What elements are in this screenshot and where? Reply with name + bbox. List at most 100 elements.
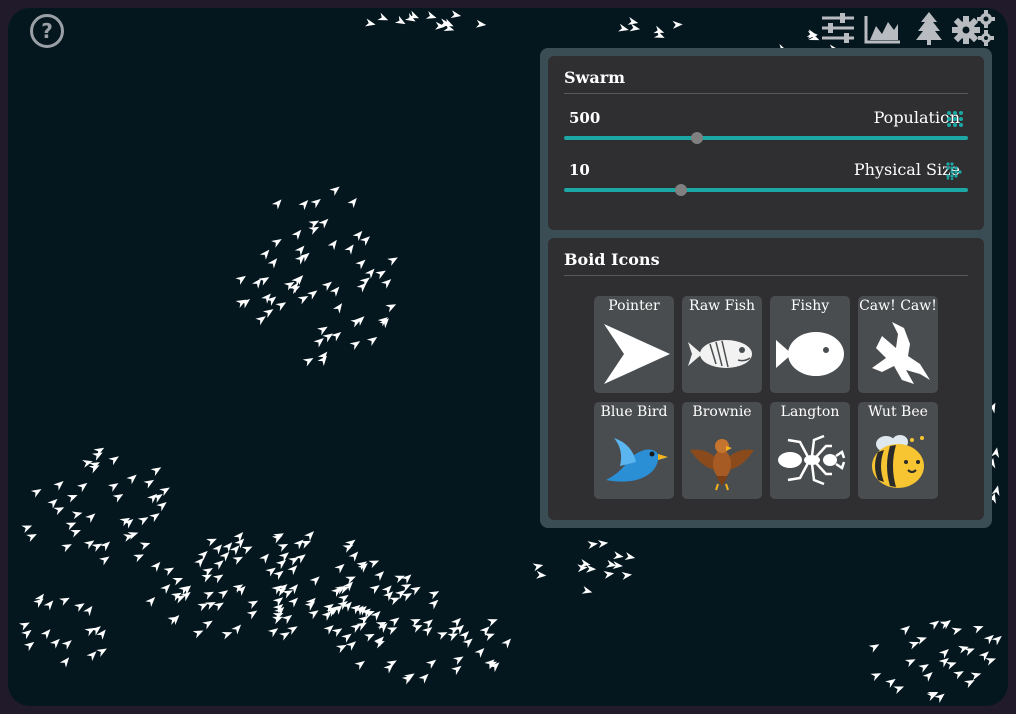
pointer-icon bbox=[604, 324, 670, 384]
boid bbox=[108, 456, 119, 466]
tile-brownie[interactable]: Brownie bbox=[682, 402, 762, 499]
boid bbox=[53, 481, 64, 491]
boid bbox=[156, 501, 167, 512]
boid bbox=[19, 622, 30, 631]
sliders-icon[interactable] bbox=[820, 10, 856, 46]
population-slider-thumb[interactable] bbox=[691, 132, 704, 144]
physical-size-slider[interactable] bbox=[564, 184, 968, 196]
population-slider[interactable] bbox=[564, 132, 968, 144]
boid bbox=[991, 447, 1000, 458]
boid bbox=[297, 295, 309, 305]
boid-icons-title: Boid Icons bbox=[564, 250, 660, 269]
boid bbox=[368, 560, 380, 569]
boid bbox=[474, 647, 485, 658]
boid bbox=[145, 597, 156, 607]
boid bbox=[217, 590, 229, 600]
boid bbox=[377, 12, 389, 21]
boid bbox=[938, 648, 949, 659]
boid bbox=[300, 540, 312, 549]
boid bbox=[370, 611, 381, 621]
boid bbox=[277, 543, 289, 552]
boid bbox=[868, 644, 880, 653]
boid bbox=[309, 576, 320, 587]
boid bbox=[364, 18, 376, 27]
boid bbox=[59, 597, 70, 606]
tile-langton[interactable]: Langton bbox=[770, 402, 850, 499]
tile-label: Langton bbox=[780, 404, 840, 420]
boid bbox=[99, 556, 110, 566]
boid bbox=[983, 634, 994, 645]
boid bbox=[597, 540, 609, 549]
tile-label: Pointer bbox=[608, 298, 660, 314]
boid bbox=[91, 543, 103, 552]
boid bbox=[374, 571, 385, 581]
boid bbox=[379, 318, 389, 329]
boid bbox=[271, 238, 282, 248]
boid bbox=[899, 625, 911, 636]
boid bbox=[349, 341, 361, 351]
boid bbox=[621, 571, 633, 580]
boid bbox=[222, 542, 233, 553]
boid bbox=[197, 603, 209, 612]
boid bbox=[160, 584, 171, 594]
boid bbox=[241, 546, 253, 555]
boid bbox=[306, 290, 318, 300]
simulation-canvas[interactable]: ? Swarm 500 Population 10 Physical Size … bbox=[8, 8, 1008, 706]
boid bbox=[870, 673, 882, 682]
boid bbox=[436, 632, 448, 640]
tile-wut-bee[interactable]: Wut Bee bbox=[858, 402, 938, 499]
boid bbox=[318, 218, 329, 229]
boid bbox=[374, 636, 384, 647]
boid bbox=[908, 641, 920, 650]
boid bbox=[202, 620, 213, 630]
boid bbox=[940, 619, 951, 630]
tile-raw-fish[interactable]: Raw Fish bbox=[682, 296, 762, 393]
boid bbox=[298, 200, 309, 211]
boid bbox=[278, 552, 289, 562]
boid bbox=[275, 559, 287, 570]
boid bbox=[428, 599, 439, 610]
boid bbox=[192, 630, 204, 639]
tree-icon[interactable] bbox=[914, 10, 944, 46]
boid bbox=[918, 664, 929, 673]
tile-blue-bird[interactable]: Blue Bird bbox=[594, 402, 674, 499]
boid bbox=[96, 648, 107, 657]
boid bbox=[366, 336, 378, 346]
boid bbox=[363, 633, 375, 642]
boid bbox=[404, 673, 415, 683]
boid bbox=[83, 605, 93, 617]
tile-label: Blue Bird bbox=[600, 404, 668, 420]
boid bbox=[381, 279, 392, 289]
boid bbox=[271, 199, 282, 210]
boid bbox=[329, 186, 340, 196]
boid bbox=[335, 644, 347, 654]
boid bbox=[928, 620, 940, 630]
boid bbox=[212, 574, 224, 584]
landscape-chart-icon[interactable] bbox=[864, 10, 902, 46]
tile-fishy[interactable]: Fishy bbox=[770, 296, 850, 393]
boid bbox=[970, 672, 982, 681]
boid bbox=[212, 544, 223, 555]
tile-pointer[interactable]: Pointer bbox=[594, 296, 674, 393]
boid bbox=[85, 513, 96, 524]
population-value: 500 bbox=[569, 109, 601, 127]
physical-size-slider-thumb[interactable] bbox=[675, 184, 688, 196]
boid bbox=[355, 259, 366, 270]
boid bbox=[922, 672, 933, 682]
boid bbox=[389, 617, 400, 627]
boid bbox=[279, 632, 290, 641]
boid bbox=[40, 629, 51, 640]
boid bbox=[586, 564, 597, 573]
boid bbox=[123, 519, 134, 529]
boid bbox=[172, 578, 184, 586]
boid bbox=[47, 498, 58, 509]
boid bbox=[532, 563, 544, 572]
boid bbox=[327, 239, 337, 251]
boid bbox=[66, 494, 78, 503]
gears-icon[interactable] bbox=[952, 10, 996, 46]
tile-caw-caw[interactable]: Caw! Caw! bbox=[858, 296, 938, 393]
boid bbox=[394, 15, 406, 25]
boid bbox=[603, 571, 615, 579]
help-icon[interactable]: ? bbox=[30, 14, 64, 48]
boid bbox=[137, 517, 149, 526]
